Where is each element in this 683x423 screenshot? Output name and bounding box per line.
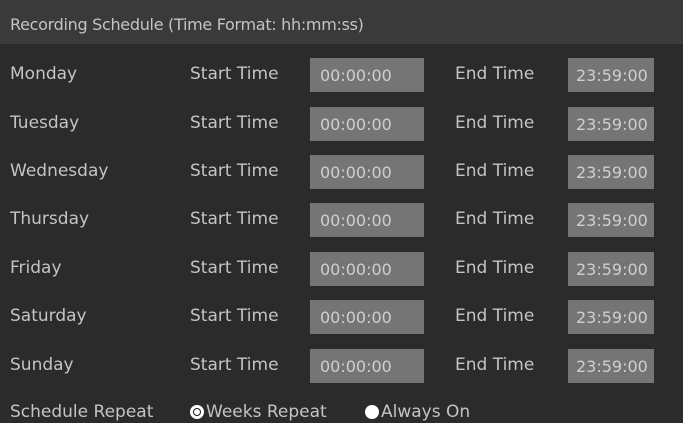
end-time-input[interactable] [568, 252, 654, 286]
schedule-row-thursday: Thursday Start Time End Time [0, 203, 683, 237]
radio-checked-icon[interactable] [190, 405, 204, 419]
start-time-label: Start Time [190, 161, 279, 181]
day-label: Sunday [10, 355, 74, 375]
start-time-label: Start Time [190, 64, 279, 84]
schedule-header: Recording Schedule (Time Format: hh:mm:s… [0, 0, 683, 44]
start-time-label: Start Time [190, 355, 279, 375]
start-time-input[interactable] [310, 58, 424, 92]
end-time-label: End Time [455, 258, 535, 278]
day-label: Monday [10, 64, 78, 84]
start-time-label: Start Time [190, 209, 279, 229]
end-time-input[interactable] [568, 155, 654, 189]
weeks-repeat-label: Weeks Repeat [206, 402, 327, 422]
day-label: Saturday [10, 306, 87, 326]
day-label: Wednesday [10, 161, 109, 181]
end-time-input[interactable] [568, 58, 654, 92]
always-on-label: Always On [381, 402, 471, 422]
day-label: Friday [10, 258, 62, 278]
radio-unchecked-icon[interactable] [365, 405, 379, 419]
day-label: Tuesday [10, 113, 80, 133]
start-time-label: Start Time [190, 306, 279, 326]
schedule-row-monday: Monday Start Time End Time [0, 58, 683, 92]
start-time-label: Start Time [190, 258, 279, 278]
start-time-input[interactable] [310, 107, 424, 141]
schedule-row-tuesday: Tuesday Start Time End Time [0, 107, 683, 141]
schedule-title: Recording Schedule (Time Format: hh:mm:s… [10, 15, 364, 34]
end-time-label: End Time [455, 306, 535, 326]
schedule-repeat-label: Schedule Repeat [10, 402, 154, 422]
start-time-input[interactable] [310, 252, 424, 286]
end-time-input[interactable] [568, 107, 654, 141]
schedule-repeat-row: Schedule Repeat Weeks Repeat Always On [0, 396, 683, 423]
end-time-input[interactable] [568, 203, 654, 237]
day-label: Thursday [10, 209, 90, 229]
start-time-label: Start Time [190, 113, 279, 133]
always-on-radio[interactable]: Always On [365, 402, 470, 422]
end-time-label: End Time [455, 113, 535, 133]
end-time-input[interactable] [568, 300, 654, 334]
end-time-label: End Time [455, 64, 535, 84]
start-time-input[interactable] [310, 300, 424, 334]
schedule-row-sunday: Sunday Start Time End Time [0, 349, 683, 383]
end-time-label: End Time [455, 355, 535, 375]
start-time-input[interactable] [310, 203, 424, 237]
weeks-repeat-radio[interactable]: Weeks Repeat [190, 402, 327, 422]
schedule-row-saturday: Saturday Start Time End Time [0, 300, 683, 334]
schedule-row-friday: Friday Start Time End Time [0, 252, 683, 286]
start-time-input[interactable] [310, 155, 424, 189]
start-time-input[interactable] [310, 349, 424, 383]
end-time-label: End Time [455, 161, 535, 181]
recording-schedule-panel: Recording Schedule (Time Format: hh:mm:s… [0, 0, 683, 423]
end-time-input[interactable] [568, 349, 654, 383]
schedule-row-wednesday: Wednesday Start Time End Time [0, 155, 683, 189]
end-time-label: End Time [455, 209, 535, 229]
